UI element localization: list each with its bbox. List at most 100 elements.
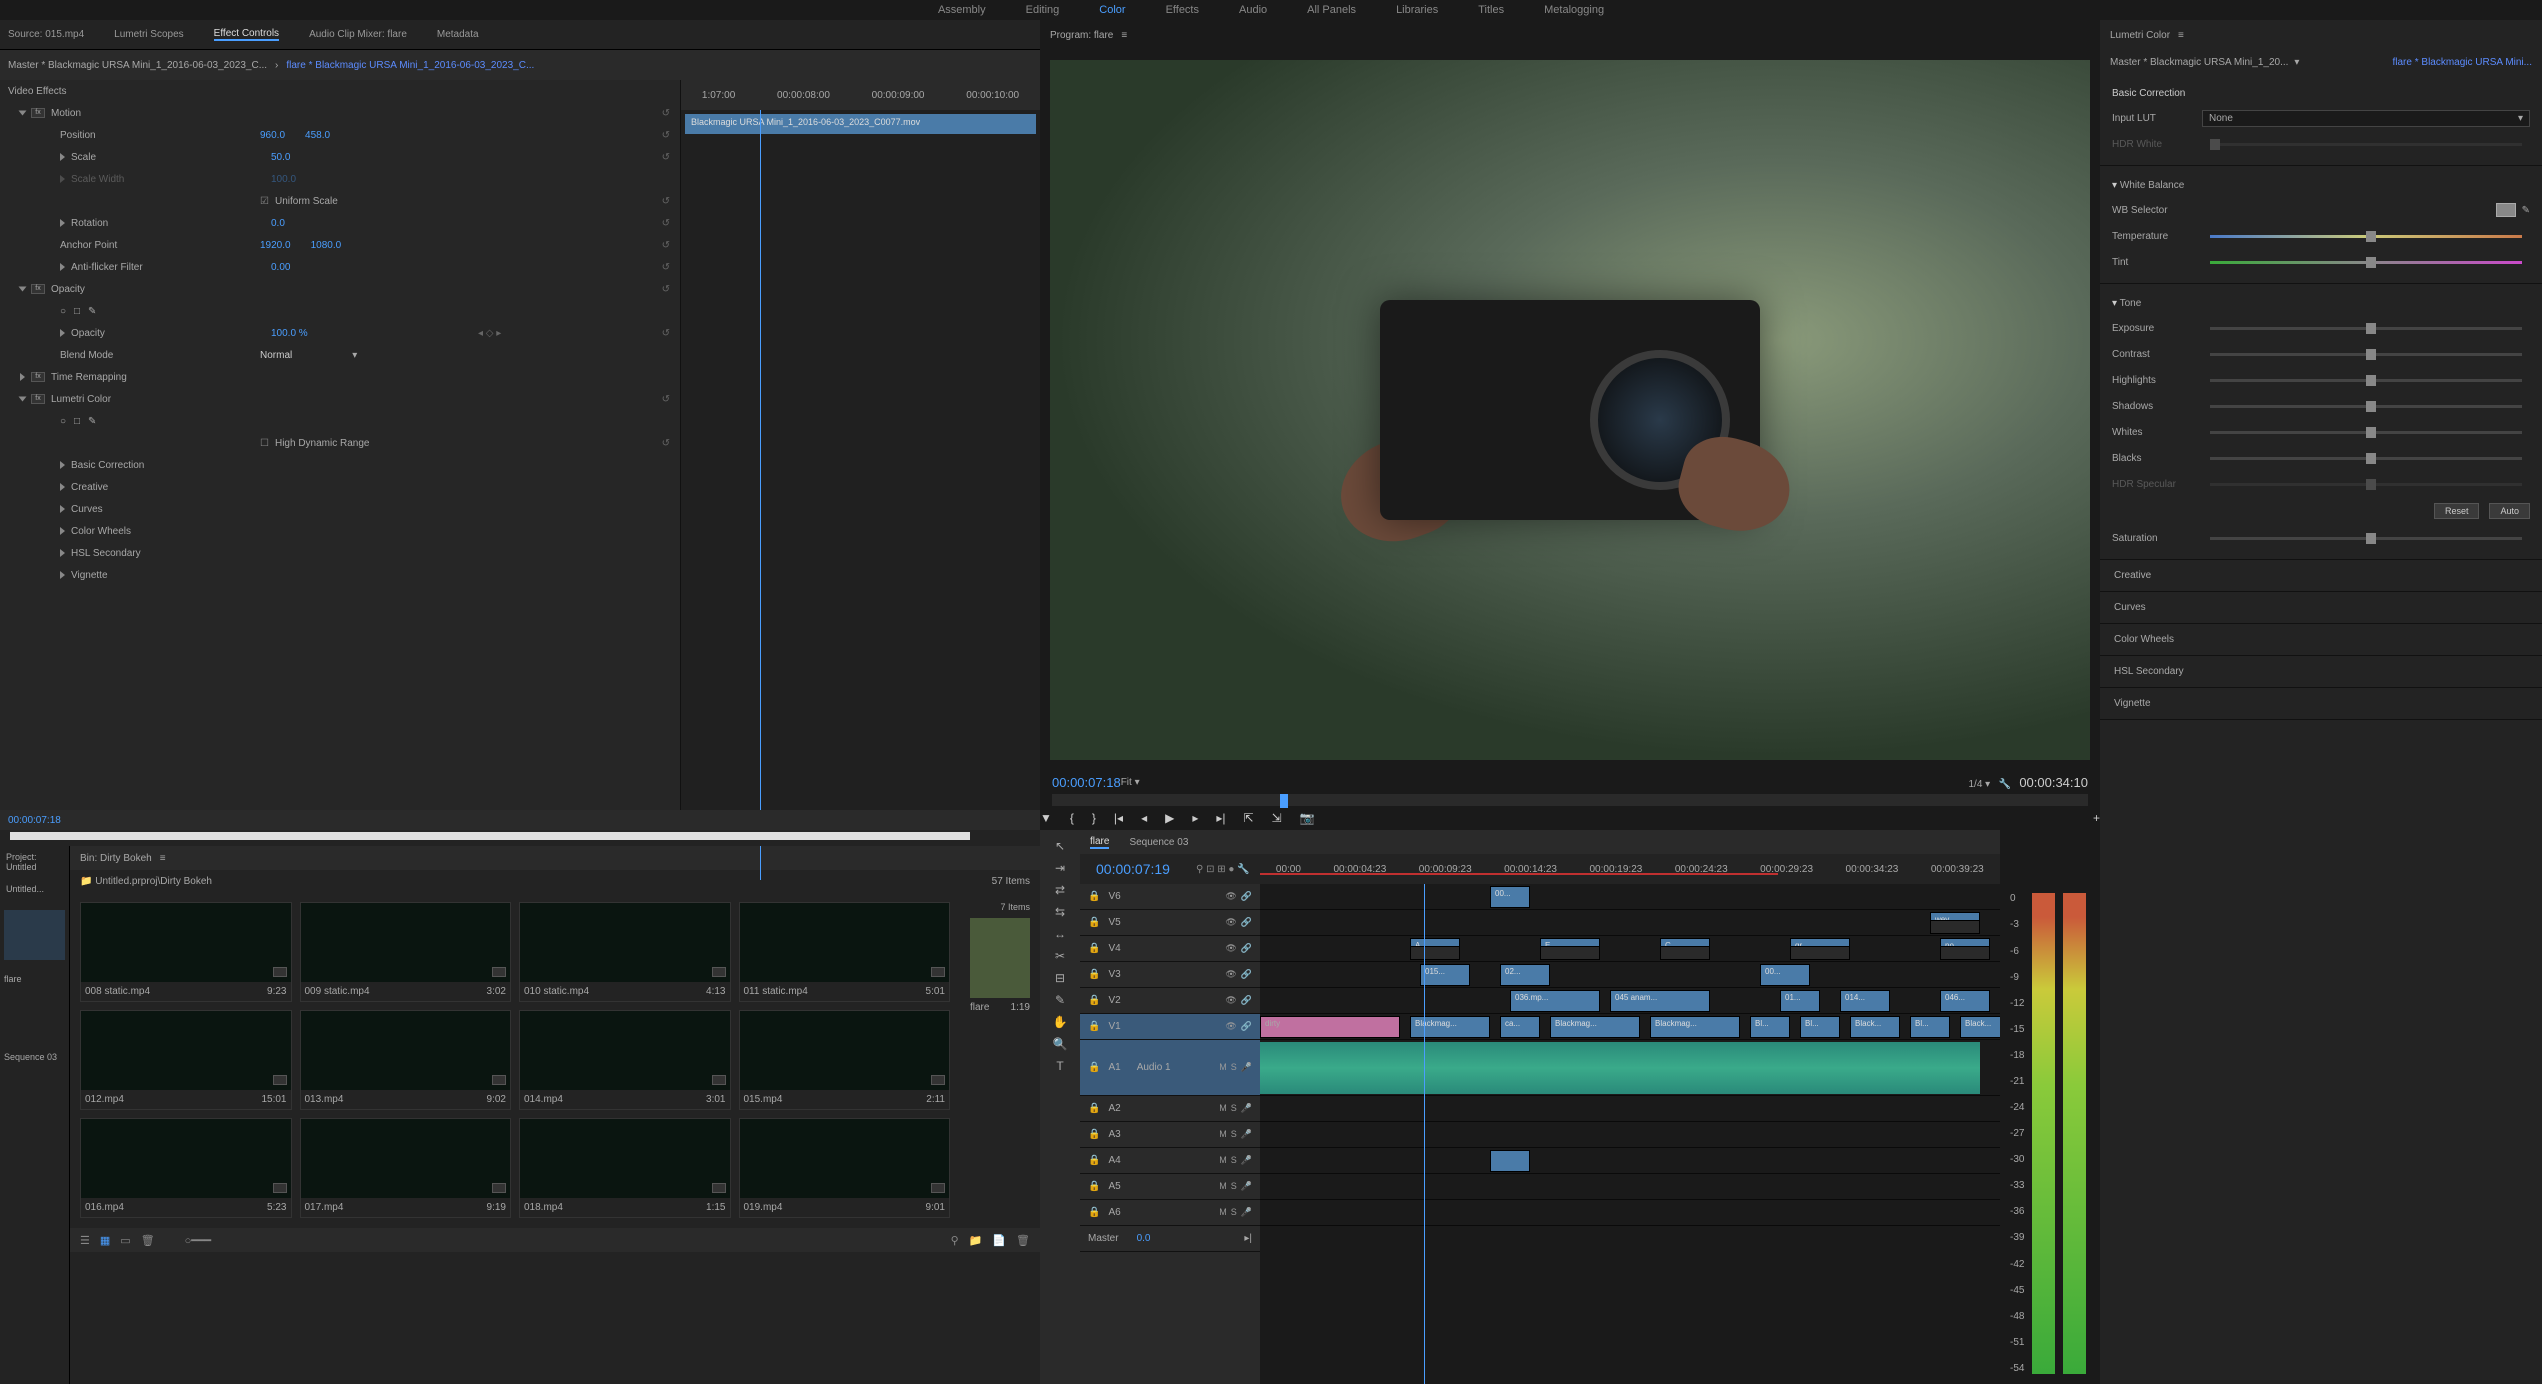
- expand-icon[interactable]: [60, 263, 65, 271]
- expand-icon[interactable]: [60, 329, 65, 337]
- timeline-clip[interactable]: Black...: [1960, 1016, 2000, 1038]
- solo-icon[interactable]: S: [1231, 1181, 1237, 1192]
- tab-audio-mixer[interactable]: Audio Clip Mixer: flare: [309, 29, 407, 40]
- fx-icon[interactable]: fx: [31, 372, 45, 382]
- video-track[interactable]: A...E...C...gr...no...: [1260, 936, 2000, 962]
- slip-tool-icon[interactable]: ⊟: [1052, 970, 1068, 986]
- video-track-header[interactable]: 🔒V2👁🔗: [1080, 988, 1260, 1014]
- eyedropper-icon[interactable]: ✎: [2522, 205, 2530, 216]
- audio-track[interactable]: [1260, 1040, 2000, 1096]
- timeline-content[interactable]: 00...wevA...E...C...gr...no...015...02..…: [1260, 884, 2000, 1384]
- ws-audio[interactable]: Audio: [1239, 4, 1267, 16]
- toggle-output-icon[interactable]: 👁: [1225, 943, 1236, 954]
- pen-tool-icon[interactable]: ✎: [1052, 992, 1068, 1008]
- voice-icon[interactable]: 🎤: [1241, 1062, 1252, 1073]
- solo-icon[interactable]: S: [1231, 1103, 1237, 1114]
- toggle-sync-icon[interactable]: 🔗: [1241, 1021, 1252, 1032]
- media-thumbnail[interactable]: 016.mp45:23: [80, 1118, 292, 1218]
- video-track-header[interactable]: 🔒V5👁🔗: [1080, 910, 1260, 936]
- audio-track-header[interactable]: 🔒A2MS🎤: [1080, 1096, 1260, 1122]
- tab-source[interactable]: Source: 015.mp4: [8, 29, 84, 40]
- media-thumbnail[interactable]: 008 static.mp49:23: [80, 902, 292, 1002]
- toggle-output-icon[interactable]: 👁: [1225, 995, 1236, 1006]
- blend-val[interactable]: Normal: [260, 350, 292, 361]
- timeline-clip[interactable]: 045 anam...: [1610, 990, 1710, 1012]
- tl-tab-seq03[interactable]: Sequence 03: [1129, 837, 1188, 848]
- media-thumbnail[interactable]: 013.mp49:02: [300, 1010, 512, 1110]
- reset-icon[interactable]: ↺: [662, 196, 670, 207]
- freeform-view-icon[interactable]: ▭: [120, 1234, 130, 1247]
- audio-track[interactable]: [1260, 1174, 2000, 1200]
- side-thumb-flare[interactable]: flare: [0, 970, 69, 988]
- reset-icon[interactable]: ↺: [662, 130, 670, 141]
- toggle-sync-icon[interactable]: 🔗: [1241, 943, 1252, 954]
- timeline-clip[interactable]: Blackmag...: [1550, 1016, 1640, 1038]
- side-thumb[interactable]: [4, 910, 65, 960]
- program-current-tc[interactable]: 00:00:07:18: [1052, 775, 1121, 790]
- lift-icon[interactable]: ⇱: [1244, 811, 1254, 825]
- program-viewer[interactable]: [1050, 60, 2090, 760]
- mute-icon[interactable]: M: [1219, 1207, 1227, 1218]
- colorwheels-section[interactable]: Color Wheels: [2100, 624, 2542, 656]
- ec-clip-label[interactable]: flare * Blackmagic URSA Mini_1_2016-06-0…: [286, 60, 534, 71]
- ws-color[interactable]: Color: [1099, 4, 1125, 16]
- reset-icon[interactable]: ↺: [662, 262, 670, 273]
- timeline-clip[interactable]: [1490, 1150, 1530, 1172]
- go-out-icon[interactable]: ▸|: [1216, 811, 1225, 825]
- timeline-clip[interactable]: Bl...: [1800, 1016, 1840, 1038]
- timeline-clip[interactable]: 015...: [1420, 964, 1470, 986]
- tab-lumetri-scopes[interactable]: Lumetri Scopes: [114, 29, 183, 40]
- timeline-tc[interactable]: 00:00:07:19: [1080, 861, 1186, 877]
- audio-waveform[interactable]: [1260, 1042, 1980, 1094]
- toggle-sync-icon[interactable]: 🔗: [1241, 891, 1252, 902]
- video-track-header[interactable]: 🔒V3👁🔗: [1080, 962, 1260, 988]
- new-item-icon[interactable]: 📄: [992, 1234, 1006, 1247]
- zoom-tool-icon[interactable]: 🔍: [1052, 1036, 1068, 1052]
- mute-icon[interactable]: M: [1219, 1103, 1227, 1114]
- opacity-label[interactable]: Opacity: [51, 284, 251, 295]
- project-tab-untitled[interactable]: Untitled...: [0, 878, 69, 900]
- go-in-icon[interactable]: |◂: [1114, 811, 1123, 825]
- media-thumbnail[interactable]: 019.mp49:01: [739, 1118, 951, 1218]
- timeline-clip[interactable]: 046...: [1940, 990, 1990, 1012]
- expand-icon[interactable]: [19, 287, 27, 292]
- audio-track-header[interactable]: 🔒A6MS🎤: [1080, 1200, 1260, 1226]
- ws-metalogging[interactable]: Metalogging: [1544, 4, 1604, 16]
- expand-icon[interactable]: [60, 505, 65, 513]
- expand-icon[interactable]: [60, 153, 65, 161]
- tab-metadata[interactable]: Metadata: [437, 29, 479, 40]
- expand-icon[interactable]: [60, 461, 65, 469]
- program-quality[interactable]: 1/4: [1968, 779, 1982, 790]
- lc-vignette[interactable]: Vignette: [71, 570, 271, 581]
- play-icon[interactable]: ▶: [1165, 811, 1174, 825]
- hand-tool-icon[interactable]: ✋: [1052, 1014, 1068, 1030]
- side-thumb-seq[interactable]: Sequence 03: [0, 1048, 69, 1066]
- icon-view-icon[interactable]: ▦: [100, 1234, 110, 1247]
- media-thumbnail[interactable]: 010 static.mp44:13: [519, 902, 731, 1002]
- tone-slider[interactable]: [2210, 353, 2522, 356]
- ec-timecode[interactable]: 00:00:07:18: [8, 815, 61, 826]
- opacity-val[interactable]: 100.0 %: [271, 328, 308, 339]
- expand-icon[interactable]: [19, 397, 27, 402]
- bin-header[interactable]: Bin: Dirty Bokeh: [80, 853, 152, 864]
- lc-basic[interactable]: Basic Correction: [71, 460, 271, 471]
- media-thumbnail[interactable]: 012.mp415:01: [80, 1010, 292, 1110]
- audio-track[interactable]: [1260, 1122, 2000, 1148]
- video-track[interactable]: 036.mp...045 anam...01...014...046...: [1260, 988, 2000, 1014]
- audio-track-header[interactable]: 🔒A3MS🎤: [1080, 1122, 1260, 1148]
- tone-slider[interactable]: [2210, 483, 2522, 486]
- new-bin-icon[interactable]: 📁: [969, 1234, 983, 1247]
- timeline-clip[interactable]: 036.mp...: [1510, 990, 1600, 1012]
- creative-section[interactable]: Creative: [2100, 560, 2542, 592]
- saturation-slider[interactable]: [2210, 537, 2522, 540]
- timeline-clip[interactable]: Blackmag...: [1410, 1016, 1490, 1038]
- media-thumbnail[interactable]: 017.mp49:19: [300, 1118, 512, 1218]
- ws-assembly[interactable]: Assembly: [938, 4, 986, 16]
- find-icon[interactable]: ⚲: [951, 1234, 959, 1247]
- ws-titles[interactable]: Titles: [1478, 4, 1504, 16]
- lc-wheels[interactable]: Color Wheels: [71, 526, 271, 537]
- add-button-icon[interactable]: +: [2093, 811, 2100, 825]
- video-track[interactable]: dirtyBlackmag...ca...Blackmag...Blackmag…: [1260, 1014, 2000, 1040]
- mark-out-icon[interactable]: }: [1092, 811, 1096, 825]
- timeline-clip[interactable]: ca...: [1500, 1016, 1540, 1038]
